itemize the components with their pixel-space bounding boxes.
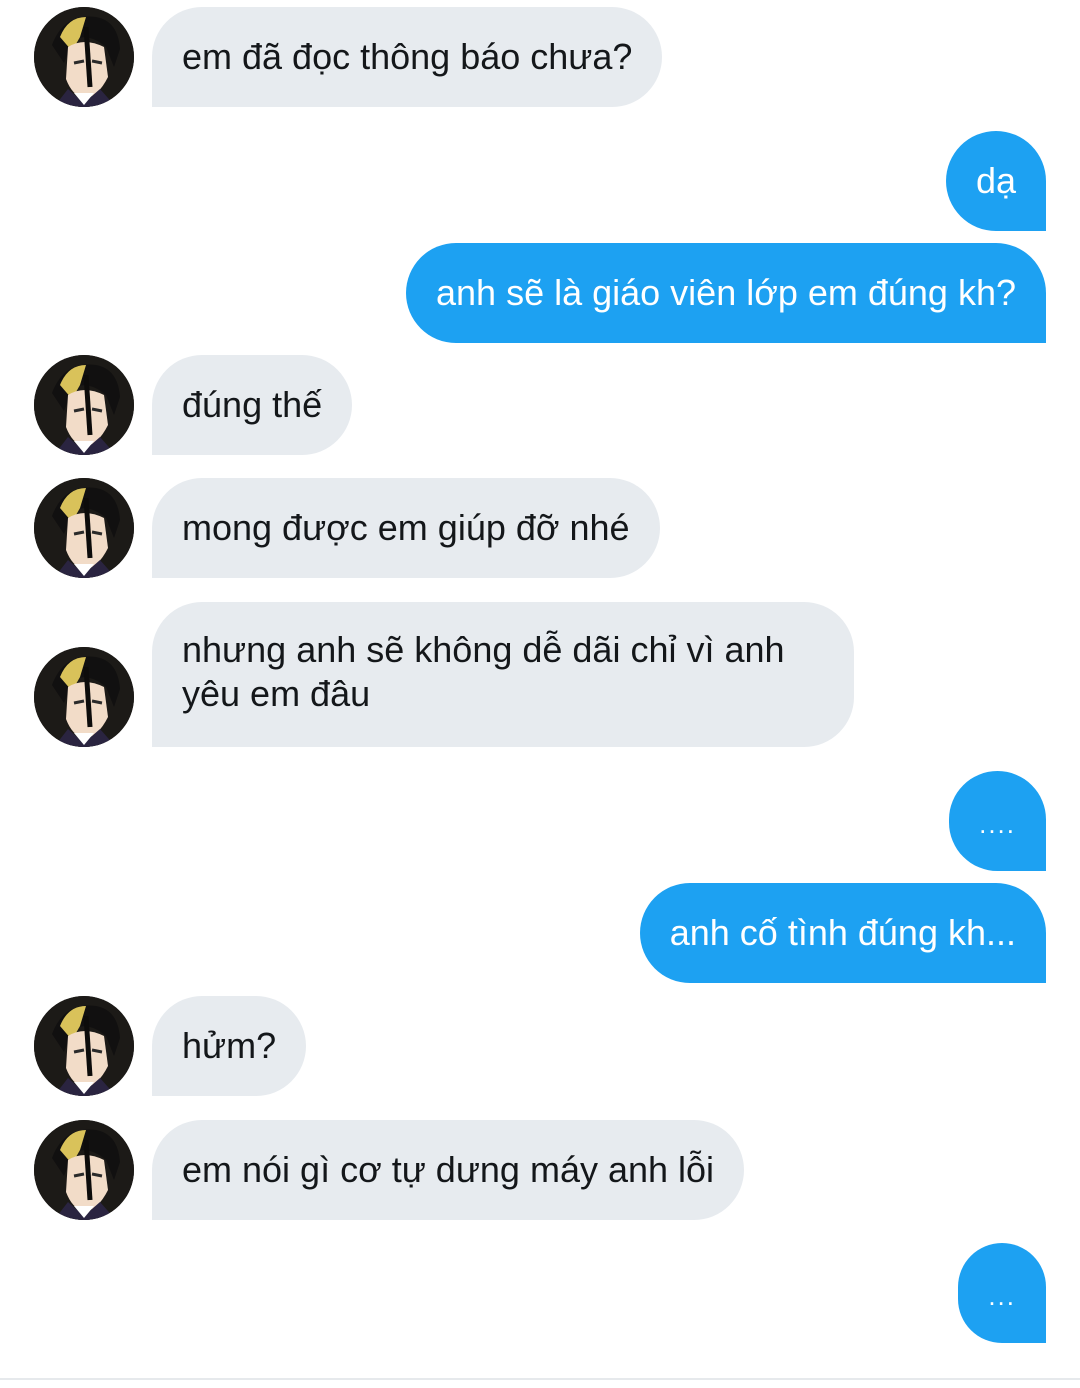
message-bubble-incoming[interactable]: hửm? [152,996,307,1096]
message-bubble-incoming[interactable]: em đã đọc thông báo chưa? [152,7,663,107]
message-bubble-outgoing[interactable]: dạ [945,131,1046,231]
message-bubble-outgoing[interactable]: anh cố tình đúng kh... [639,883,1046,983]
avatar[interactable] [34,996,134,1096]
message-thread: em đã đọc thông báo chưa? dạ anh sẽ là g… [0,0,1080,1388]
message-bubble-incoming[interactable]: nhưng anh sẽ không dễ dãi chỉ vì anh yêu… [152,602,854,747]
message-bubble-incoming[interactable]: em nói gì cơ tự dưng máy anh lỗi [152,1120,745,1220]
anime-character-avatar-icon [34,478,134,578]
anime-character-avatar-icon [34,647,134,747]
message-bubble-incoming[interactable]: mong được em giúp đỡ nhé [152,478,660,578]
divider [0,1378,1080,1380]
message-bubble-outgoing[interactable]: .... [949,771,1046,871]
anime-character-avatar-icon [34,996,134,1096]
message-bubble-outgoing[interactable]: ... [958,1243,1046,1343]
avatar[interactable] [34,355,134,455]
avatar[interactable] [34,1120,134,1220]
avatar[interactable] [34,647,134,747]
anime-character-avatar-icon [34,7,134,107]
message-bubble-incoming[interactable]: đúng thế [152,355,353,455]
anime-character-avatar-icon [34,355,134,455]
anime-character-avatar-icon [34,1120,134,1220]
avatar[interactable] [34,7,134,107]
avatar[interactable] [34,478,134,578]
message-bubble-outgoing[interactable]: anh sẽ là giáo viên lớp em đúng kh? [406,243,1046,343]
